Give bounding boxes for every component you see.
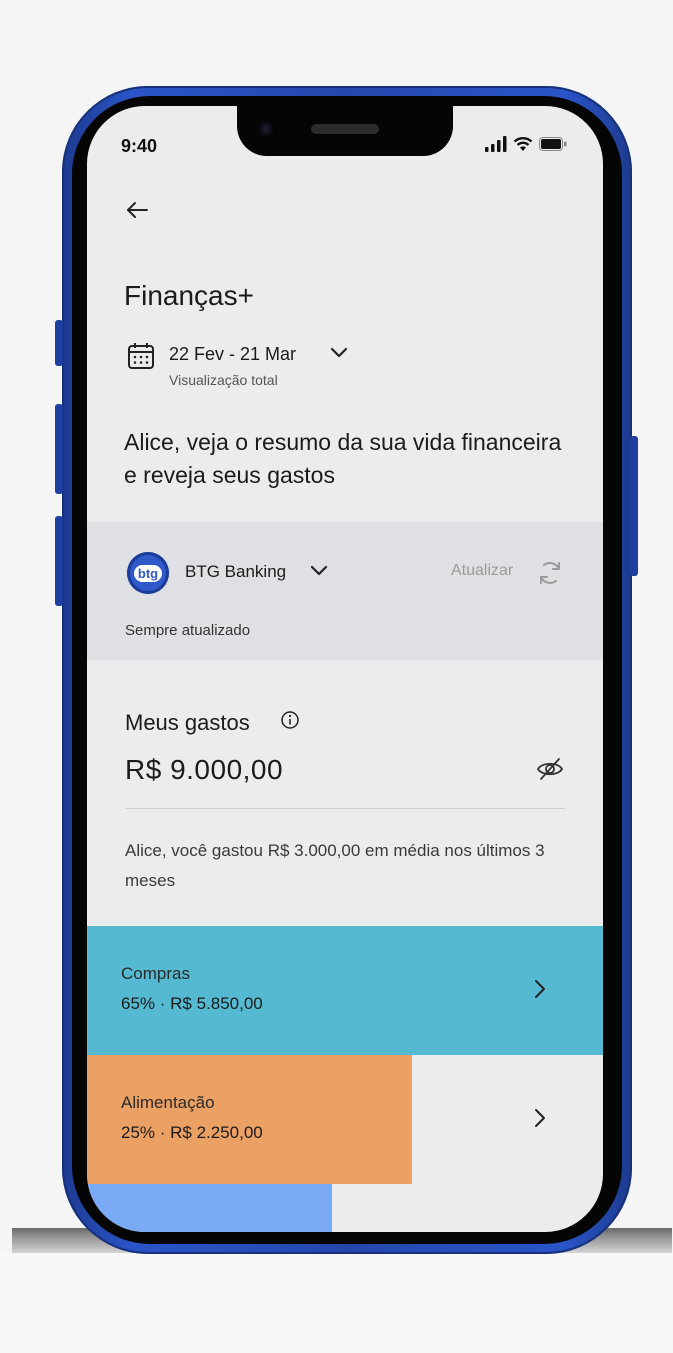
bank-logo: btg (127, 552, 169, 594)
category-name: Alimentação (121, 1093, 215, 1112)
side-button-volume-down (55, 516, 63, 606)
divider (125, 808, 565, 809)
side-button-volume-up (55, 404, 63, 494)
category-name: Compras (121, 964, 190, 983)
notch (237, 106, 453, 156)
category-row-partial[interactable] (87, 1184, 603, 1232)
category-bar (87, 1055, 413, 1184)
side-button-power (630, 436, 638, 576)
category-detail: 25% · R$ 2.250,00 (121, 1123, 263, 1142)
sync-status: Sempre atualizado (125, 622, 251, 639)
signal-icon (485, 136, 507, 152)
side-button-mute (55, 320, 63, 366)
battery-icon (539, 137, 567, 151)
spending-total: R$ 9.000,00 (125, 754, 284, 785)
camera-icon (259, 122, 273, 136)
refresh-icon[interactable] (535, 558, 565, 588)
intro-text: Alice, veja o resumo da sua vida finance… (124, 429, 562, 488)
category-row-alimentacao[interactable]: Alimentação 25% · R$ 2.250,00 (87, 1055, 603, 1184)
category-detail: 65% · R$ 5.850,00 (121, 994, 263, 1013)
bank-logo-text: btg (133, 564, 163, 582)
chevron-right-icon[interactable] (533, 1107, 547, 1129)
calendar-icon[interactable] (127, 342, 155, 370)
chevron-right-icon[interactable] (533, 978, 547, 1000)
category-bar (87, 926, 603, 1055)
status-time: 9:40 (121, 136, 158, 156)
period-selector[interactable]: 22 Fev - 21 Mar (169, 344, 296, 365)
bank-selector[interactable]: BTG Banking (185, 562, 286, 582)
speaker-grille (311, 124, 379, 134)
floor (0, 1253, 673, 1353)
arrow-left-icon[interactable] (125, 198, 149, 224)
category-bar (87, 1184, 333, 1232)
info-icon[interactable] (280, 710, 300, 730)
update-button[interactable]: Atualizar (451, 562, 513, 580)
spending-label: Meus gastos (125, 710, 250, 735)
chevron-down-icon[interactable] (309, 564, 329, 578)
page-title: Finanças+ (124, 280, 254, 311)
status-icons (485, 136, 567, 152)
category-row-compras[interactable]: Compras 65% · R$ 5.850,00 (87, 926, 603, 1055)
average-spending-text: Alice, você gastou R$ 3.000,00 em média … (125, 841, 545, 890)
phone-screen: 9:40 Finanças+ 22 Fev - 21 Mar Visualiza… (87, 106, 603, 1232)
bank-account-section: btg BTG Banking Atualizar Sempre atualiz… (87, 522, 603, 660)
wifi-icon (513, 137, 533, 151)
chevron-down-icon[interactable] (329, 346, 349, 360)
eye-off-icon[interactable] (535, 756, 565, 782)
period-subtitle: Visualização total (169, 372, 278, 388)
